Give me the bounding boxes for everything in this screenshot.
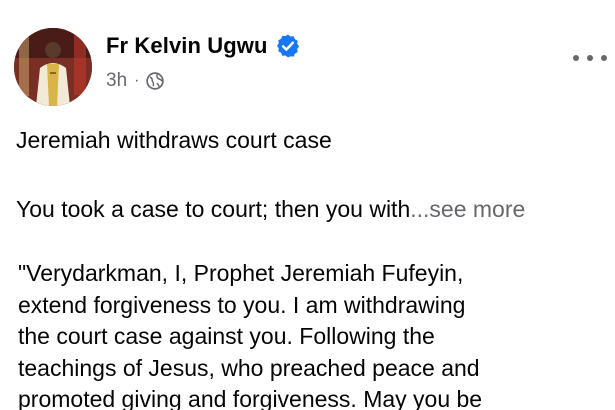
avatar[interactable] xyxy=(14,28,92,106)
more-options-icon[interactable] xyxy=(573,48,607,68)
author-name[interactable]: Fr Kelvin Ugwu xyxy=(106,33,268,59)
verified-badge-icon xyxy=(276,34,299,58)
post-teaser-text: You took a case to court; then you with xyxy=(16,196,411,222)
quote-line: "Verydarkman, I, Prophet Jeremiah Fufeyi… xyxy=(18,260,464,286)
facebook-post: Fr Kelvin Ugwu 3h · Jeremiah withdraws c… xyxy=(0,0,615,410)
avatar-photo xyxy=(14,28,92,106)
more-dot xyxy=(573,55,579,61)
post-teaser: You took a case to court; then you with.… xyxy=(16,196,525,223)
see-more-link[interactable]: ...see more xyxy=(410,196,525,222)
author-row: Fr Kelvin Ugwu xyxy=(106,33,301,59)
post-quote: "Verydarkman, I, Prophet Jeremiah Fufeyi… xyxy=(18,258,608,410)
quote-line: promoted giving and forgiveness. May you… xyxy=(18,386,483,410)
meta-separator: · xyxy=(134,72,140,89)
more-dot xyxy=(587,55,593,61)
globe-icon[interactable] xyxy=(146,72,165,90)
quote-line: teachings of Jesus, who preached peace a… xyxy=(18,354,480,381)
quote-line: the court case against you. Following th… xyxy=(18,323,435,349)
more-dot xyxy=(601,55,607,61)
post-meta: 3h · xyxy=(106,70,165,92)
post-title: Jeremiah withdraws court case xyxy=(16,127,332,153)
quote-line: extend forgiveness to you. I am withdraw… xyxy=(18,291,466,318)
post-timestamp[interactable]: 3h xyxy=(106,70,127,92)
